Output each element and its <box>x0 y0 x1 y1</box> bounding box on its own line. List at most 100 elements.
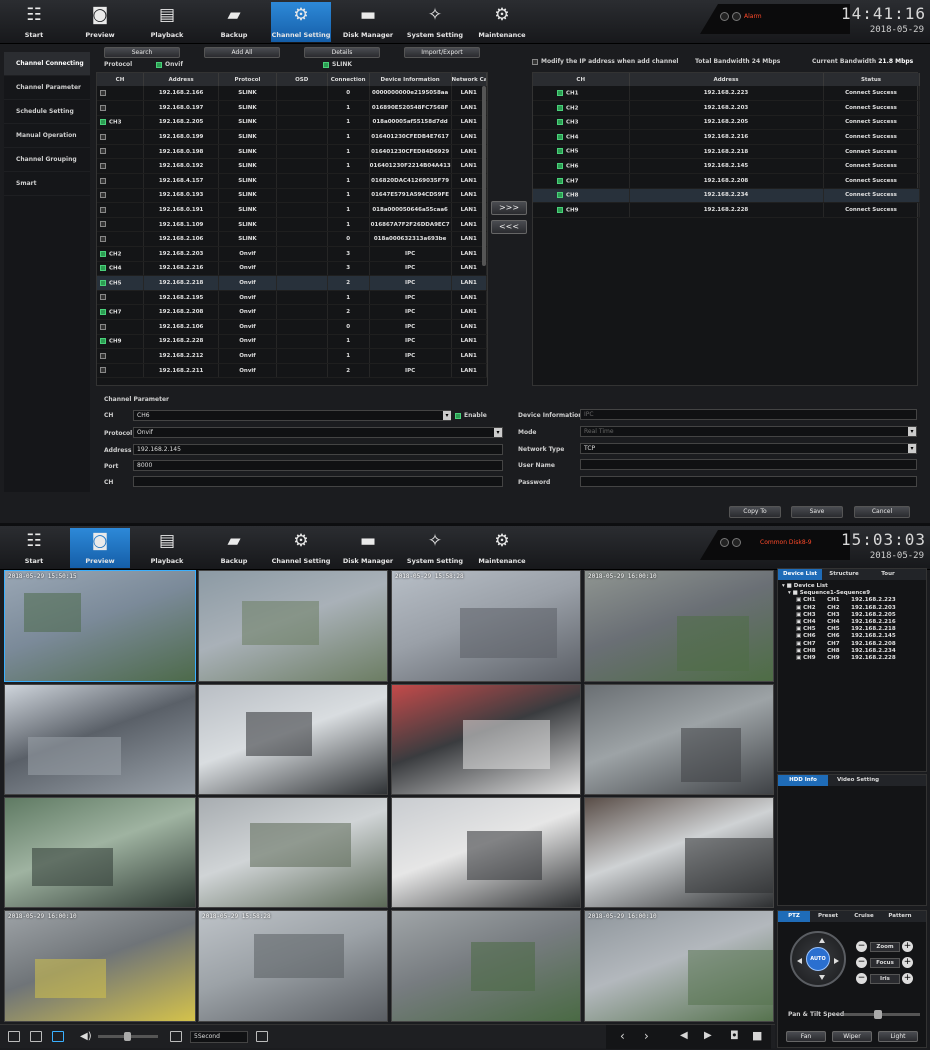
sidebar-item-channel-parameter[interactable]: Channel Parameter <box>4 76 90 100</box>
previous-icon[interactable]: ◀ <box>680 1030 688 1041</box>
snapshot-icon[interactable]: ◘ <box>730 1029 739 1042</box>
table-row[interactable]: CH4 192.168.2.216 Onvif 3 IPC LAN1 <box>97 261 487 277</box>
row-checkbox[interactable] <box>557 206 563 213</box>
column-header[interactable]: Network Card <box>451 73 487 86</box>
focus-plus-button[interactable]: + <box>902 957 913 968</box>
table-row[interactable]: CH5 192.168.2.218 Connect Success <box>533 144 920 160</box>
camera-view[interactable] <box>198 797 388 908</box>
row-checkbox[interactable] <box>100 265 106 272</box>
modify-ip-checkbox[interactable] <box>532 58 538 65</box>
table-scrollbar[interactable] <box>482 86 486 266</box>
row-checkbox[interactable] <box>557 119 563 126</box>
sidebar-item-manual-operation[interactable]: Manual Operation <box>4 124 90 148</box>
nav-preview[interactable]: ◙ Preview <box>70 528 130 568</box>
import-export-button[interactable]: Import/Export <box>404 47 480 58</box>
row-checkbox[interactable] <box>100 221 106 228</box>
iris-minus-button[interactable]: − <box>856 973 867 984</box>
tab-ptz[interactable]: PTZ <box>778 911 810 922</box>
row-checkbox[interactable] <box>100 294 106 301</box>
nav-start[interactable]: ☷ Start <box>4 528 64 568</box>
tab-cruise[interactable]: Cruise <box>848 911 880 922</box>
ptz-direction-pad[interactable]: AUTO <box>790 931 846 987</box>
sidebar-item-channel-grouping[interactable]: Channel Grouping <box>4 148 90 172</box>
table-row[interactable]: 192.168.4.157 SLINK 1 016820DAC41269035F79 L… <box>97 173 487 189</box>
tab-structure[interactable]: Structure <box>822 569 866 580</box>
camera-view[interactable] <box>391 910 581 1022</box>
device-list-item[interactable]: ▣ CH6 CH6 192.168.2.145 <box>782 633 922 640</box>
password-field[interactable] <box>580 476 917 487</box>
device-list-item[interactable]: ▣ CH3 CH3 192.168.2.205 <box>782 612 922 619</box>
column-header[interactable]: CH <box>97 73 144 86</box>
sidebar-item-channel-connecting[interactable]: Channel Connecting <box>4 52 90 76</box>
fan-button[interactable]: Fan <box>786 1031 826 1042</box>
camera-view[interactable] <box>4 797 196 908</box>
nav-system-setting[interactable]: ✧ System Setting <box>405 2 465 42</box>
device-list-item[interactable]: ▣ CH2 CH2 192.168.2.203 <box>782 605 922 612</box>
camera-view[interactable]: 2018-05-29 16:00:10 <box>4 910 196 1022</box>
arrow-right-icon[interactable] <box>834 958 839 964</box>
column-header[interactable]: CH <box>533 73 630 86</box>
nav-backup[interactable]: ▰ Backup <box>204 2 264 42</box>
search-button[interactable]: Search <box>104 47 180 58</box>
nav-channel-setting[interactable]: ⚙ Channel Setting <box>271 2 331 42</box>
user-name-field[interactable] <box>580 459 917 470</box>
row-checkbox[interactable] <box>100 133 106 140</box>
table-row[interactable]: CH3 192.168.2.205 SLINK 1 018a00005af55158d7… <box>97 115 487 131</box>
speed-slider[interactable] <box>844 1010 920 1019</box>
row-checkbox[interactable] <box>100 163 106 170</box>
device-list-item[interactable]: ▣ CH5 CH5 192.168.2.218 <box>782 626 922 633</box>
table-row[interactable]: 192.168.0.199 SLINK 1 016401230CFEDB4E7617 L… <box>97 129 487 145</box>
sequence-icon[interactable] <box>170 1031 182 1042</box>
row-checkbox[interactable] <box>100 206 106 213</box>
add-channel-button[interactable]: >>> <box>491 201 527 215</box>
table-row[interactable]: 192.168.0.192 SLINK 1 016401230F2214B04A413… <box>97 158 487 175</box>
nav-system-setting[interactable]: ✧ System Setting <box>405 528 465 568</box>
record-icon[interactable]: ■ <box>752 1029 762 1042</box>
iris-plus-button[interactable]: + <box>902 973 913 984</box>
table-row[interactable]: CH9 192.168.2.228 Connect Success <box>533 202 920 218</box>
ch-select[interactable]: CH6 <box>133 410 451 421</box>
tab-preset[interactable]: Preset <box>812 911 844 922</box>
column-header[interactable]: OSD <box>276 73 328 86</box>
camera-view[interactable] <box>391 684 581 795</box>
row-checkbox[interactable] <box>100 338 106 345</box>
nav-playback[interactable]: ▤ Playback <box>137 528 197 568</box>
focus-minus-button[interactable]: − <box>856 957 867 968</box>
onvif-checkbox[interactable] <box>156 61 162 68</box>
camera-view[interactable]: 2018-05-29 15:50:15 <box>4 570 196 682</box>
camera-view[interactable] <box>584 797 774 908</box>
address-field[interactable]: 192.168.2.145 <box>133 444 503 455</box>
row-checkbox[interactable] <box>100 119 106 126</box>
camera-view[interactable]: 2018-05-29 16:00:10 <box>584 570 774 682</box>
tab-video-setting[interactable]: Video Setting <box>828 775 888 786</box>
row-checkbox[interactable] <box>557 177 563 184</box>
column-header[interactable]: Device Information <box>369 73 452 86</box>
slink-filter[interactable]: SLINK <box>323 61 352 68</box>
camera-view[interactable] <box>198 684 388 795</box>
table-row[interactable]: 192.168.0.197 SLINK 1 016890E520548FC7568F L… <box>97 100 487 116</box>
column-header[interactable]: Protocol <box>218 73 277 86</box>
quad-view-icon[interactable] <box>30 1031 42 1042</box>
nav-disk-manager[interactable]: ▬ Disk Manager <box>338 2 398 42</box>
enable-checkbox[interactable] <box>455 412 461 419</box>
table-row[interactable]: CH7 192.168.2.208 Connect Success <box>533 173 920 189</box>
column-header[interactable]: Address <box>143 73 220 86</box>
table-row[interactable]: CH3 192.168.2.205 Connect Success <box>533 115 920 131</box>
nav-maintenance[interactable]: ⚙ Maintenance <box>472 528 532 568</box>
nav-disk-manager[interactable]: ▬ Disk Manager <box>338 528 398 568</box>
protocol-select[interactable]: Onvif <box>133 427 503 438</box>
sidebar-item-smart[interactable]: Smart <box>4 172 90 196</box>
cancel-button[interactable]: Cancel <box>854 506 910 518</box>
table-row[interactable]: 192.168.0.193 SLINK 1 01647E5791A594CD59FE L… <box>97 188 487 204</box>
copy-to-button[interactable]: Copy To <box>729 506 781 518</box>
row-checkbox[interactable] <box>557 104 563 111</box>
table-row[interactable]: CH2 192.168.2.203 Connect Success <box>533 100 920 116</box>
row-checkbox[interactable] <box>100 192 106 199</box>
row-checkbox[interactable] <box>100 177 106 184</box>
table-row[interactable]: 192.168.0.198 SLINK 1 016401230CFED84D6929 L… <box>97 144 487 160</box>
volume-slider[interactable] <box>98 1032 158 1041</box>
row-checkbox[interactable] <box>557 89 563 96</box>
table-row[interactable]: CH1 192.168.2.223 Connect Success <box>533 86 920 102</box>
table-row[interactable]: 192.168.1.109 SLINK 1 016867A7F2F26DDA9EC7 L… <box>97 217 487 233</box>
wiper-button[interactable]: Wiper <box>832 1031 872 1042</box>
